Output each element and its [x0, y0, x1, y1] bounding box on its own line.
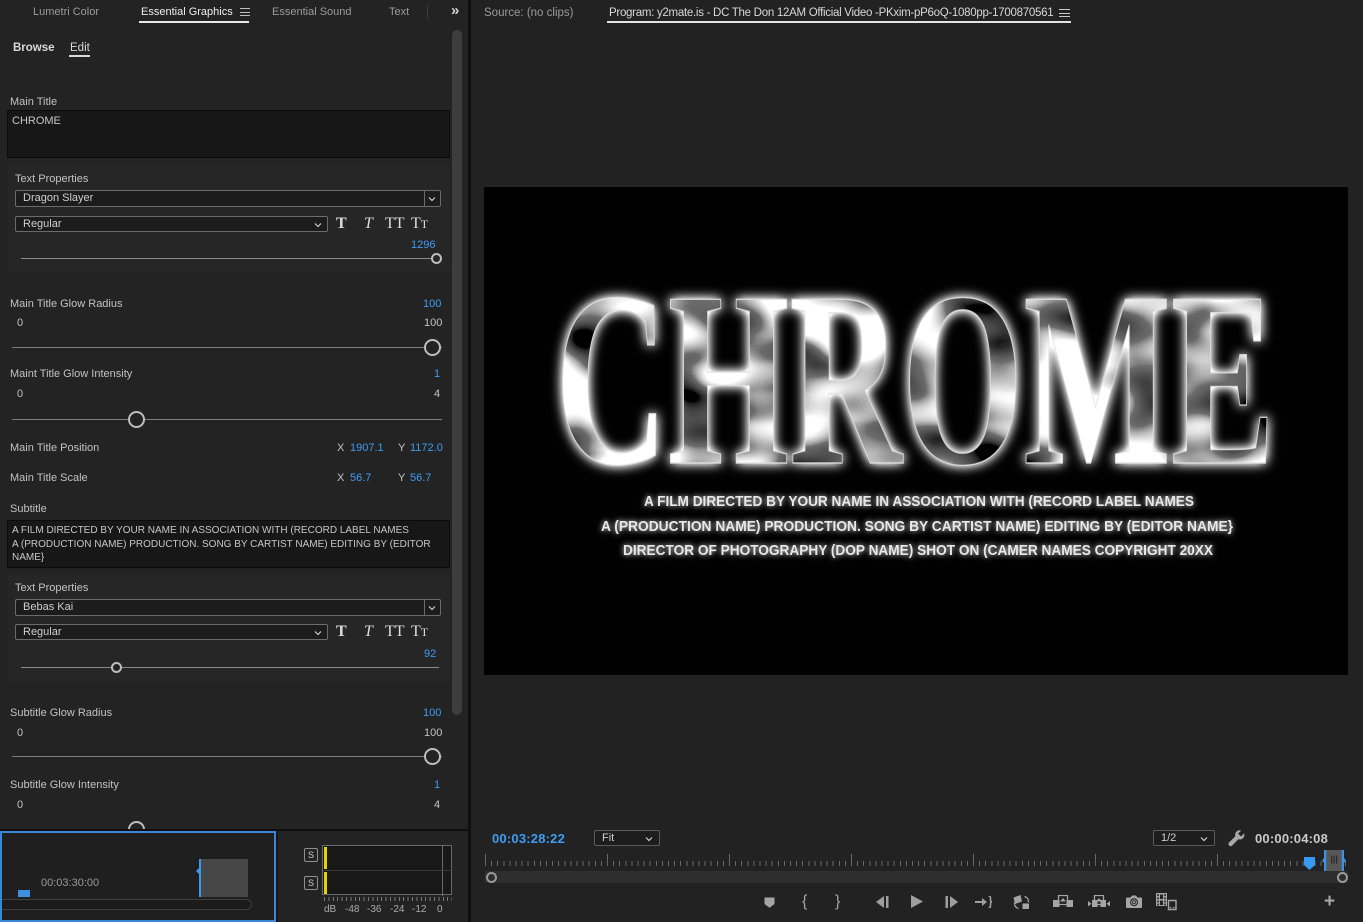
- svg-text:CHROME: CHROME: [555, 241, 1275, 518]
- svg-text:DIRECTOR OF PHOTOGRAPHY (DOP N: DIRECTOR OF PHOTOGRAPHY (DOP NAME) SHOT …: [623, 542, 1213, 559]
- svg-text:A FILM DIRECTED BY YOUR NAME I: A FILM DIRECTED BY YOUR NAME IN ASSOCIAT…: [644, 493, 1194, 510]
- svg-text:A (PRODUCTION NAME) PRODUCTION: A (PRODUCTION NAME) PRODUCTION. SONG BY …: [601, 518, 1233, 535]
